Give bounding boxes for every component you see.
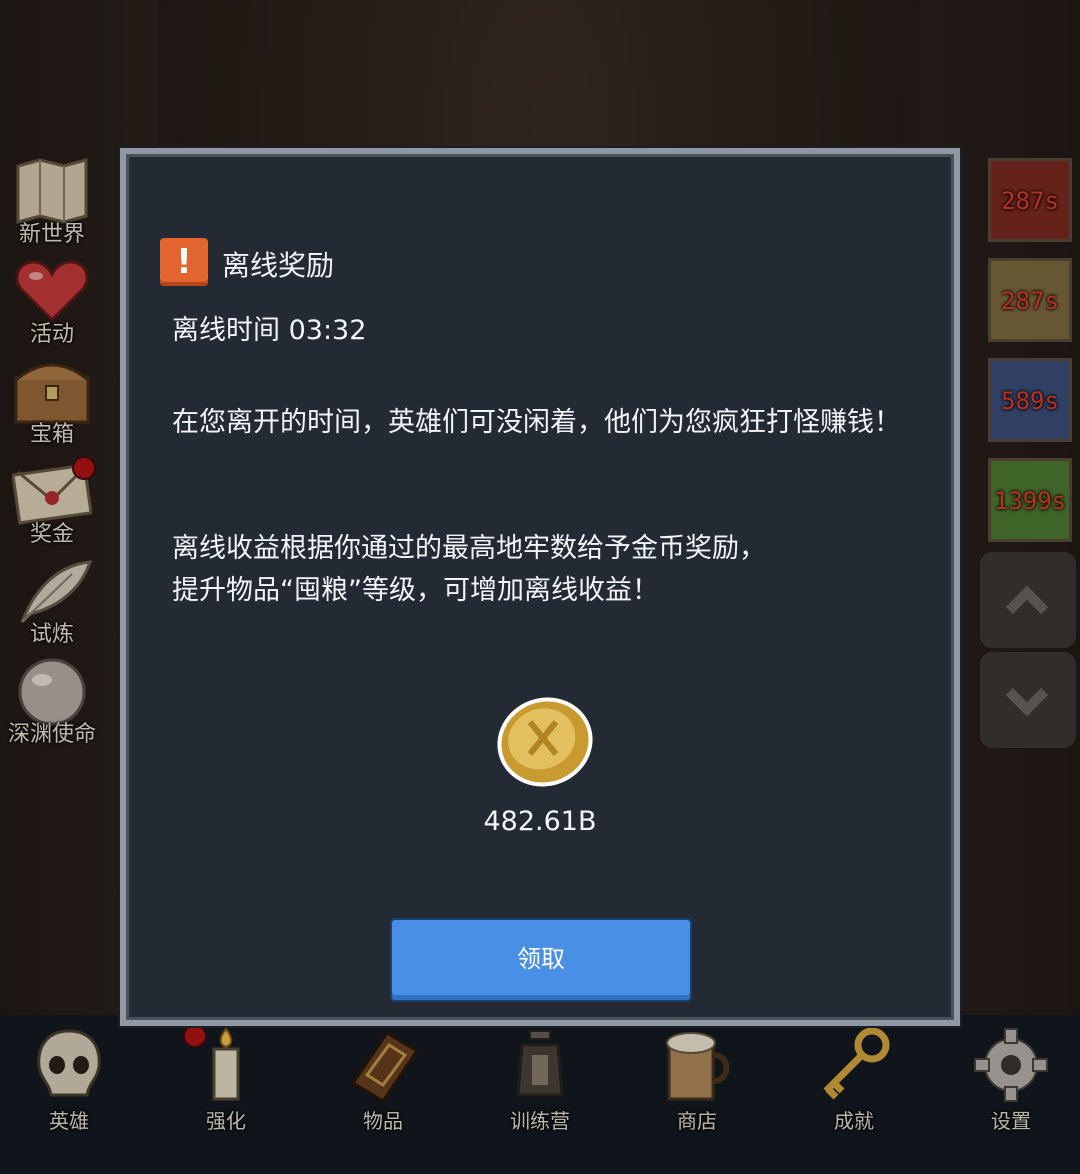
reward-amount: 482.61B — [483, 806, 597, 837]
offline-message-text: 在您离开的时间，英雄们可没闲着，他们为您疯狂打怪赚钱！ — [172, 407, 901, 438]
offline-rule-line2: 提升物品“囤粮”等级，可增加离线收益！ — [172, 575, 659, 606]
warning-icon: ! — [160, 238, 208, 286]
offline-time-text: 离线时间 03:32 — [172, 315, 367, 346]
gold-coin-icon — [497, 697, 593, 787]
dialog-title: 离线奖励 — [222, 249, 335, 282]
offline-rule-line1: 离线收益根据你通过的最高地牢数给予金币奖励， — [172, 533, 766, 564]
claim-button[interactable]: 领取 — [392, 920, 690, 1000]
offline-reward-dialog: ! 离线奖励 离线时间 03:32 在您离开的时间，英雄们可没闲着，他们为您疯狂… — [120, 148, 960, 1026]
